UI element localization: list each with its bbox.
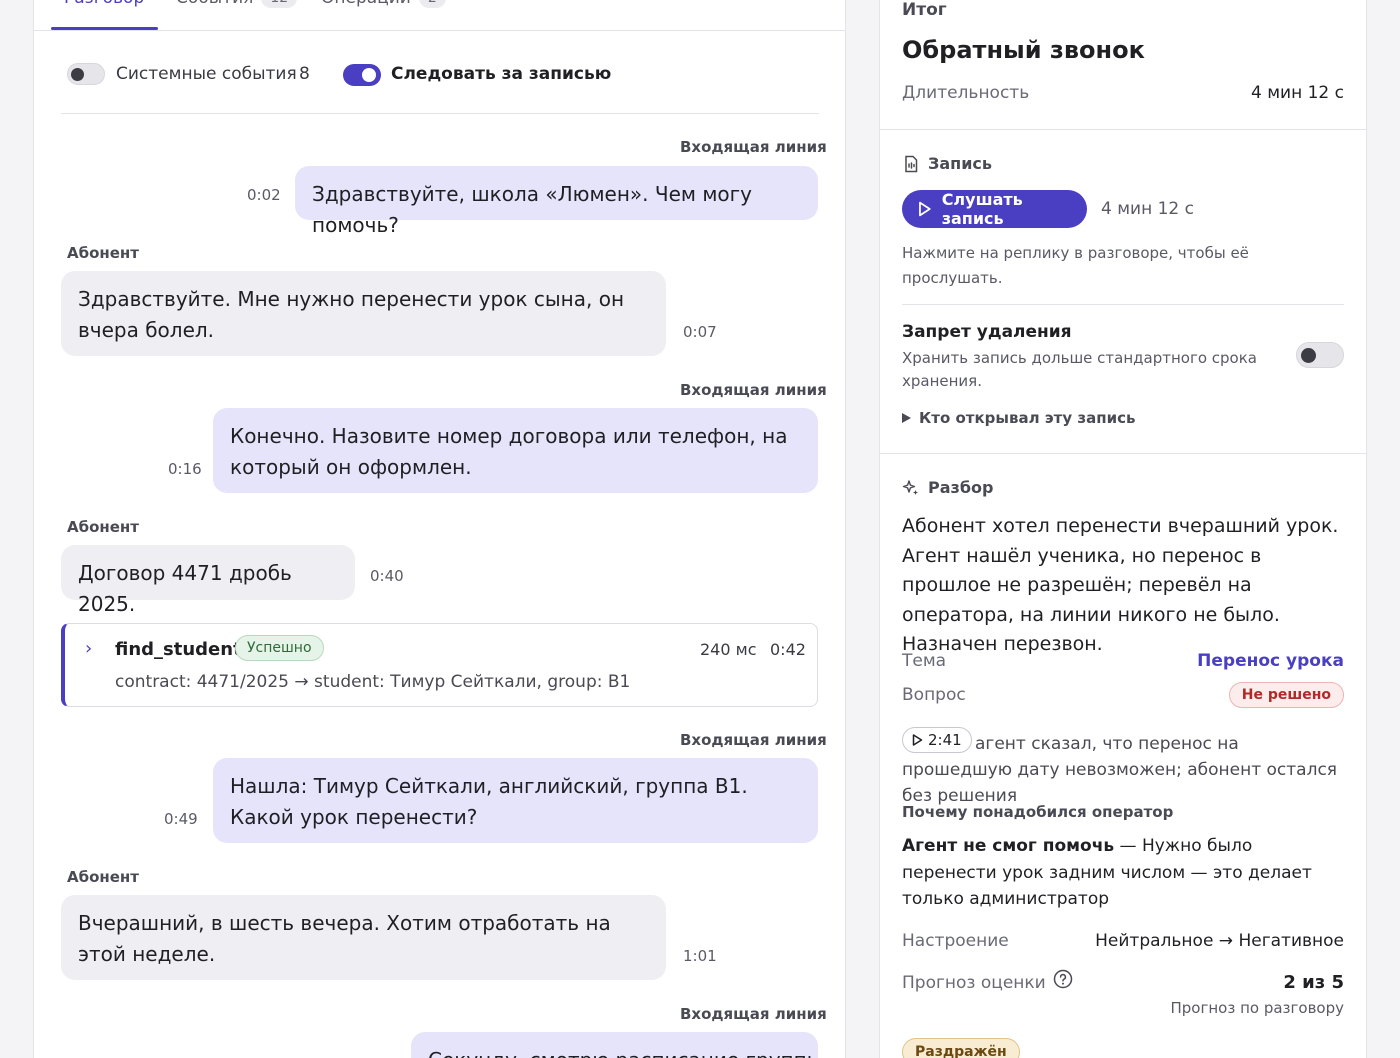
agent-message[interactable]: Нашла: Тимур Сейткали, английский, групп… [213,758,818,843]
tool-timestamp: 0:42 [770,640,806,659]
play-icon [919,201,931,217]
message-timestamp[interactable]: 0:16 [168,460,202,478]
tab-conversation-label: Разговор [64,0,144,8]
agent-message[interactable]: Здравствуйте, школа «Люмен». Чем могу по… [295,166,818,237]
summary-section-label: Итог [902,0,947,20]
topic-label: Тема [902,651,947,671]
chevron-right-icon[interactable]: › [85,638,92,659]
caller-message[interactable]: Здравствуйте. Мне нужно перенести урок с… [61,271,666,356]
speaker-label: Абонент [67,868,139,886]
tab-events[interactable]: События 12 [176,0,298,8]
topic-link[interactable]: Перенос урока [1197,651,1344,671]
agent-message[interactable]: Конечно. Назовите номер договора или тел… [213,408,818,493]
tool-name: find_student [115,639,242,660]
message-timestamp[interactable]: 0:49 [164,810,198,828]
recording-title: Запись [928,154,993,173]
message-timestamp[interactable]: 0:07 [683,323,717,341]
divider [902,304,1344,305]
active-tab-indicator [51,27,158,30]
recording-hint: Нажмите на реплику в разговоре, чтобы её… [902,244,1249,287]
tab-operations-count: 2 [418,0,446,8]
question-status-badge: Не решено [1228,682,1344,708]
recording-length: 4 мин 12 с [1101,199,1194,219]
listen-recording-label: Слушать запись [941,190,1023,228]
tab-operations-label: Операции [321,0,411,8]
message-timestamp[interactable]: 0:40 [370,567,404,585]
triangle-right-icon [902,413,911,423]
help-icon[interactable] [1053,969,1073,989]
speaker-label: Входящая линия [680,381,827,399]
tab-bar: Разговор События 12 Операции 2 [34,0,845,31]
score-label: Прогноз оценки [902,973,1046,993]
why-operator-label: Почему понадобился оператор [902,803,1174,821]
speaker-label: Входящая линия [680,138,827,156]
speaker-label: Входящая линия [680,731,827,749]
sparkle-icon [902,479,918,495]
status-badge: Успешно [235,635,324,661]
audio-file-icon [905,155,918,172]
deletion-lock-description: Хранить запись дольше стандартного срока… [902,349,1257,390]
score-value: 2 из 5 [1283,972,1344,993]
tab-events-count: 12 [261,0,298,8]
speaker-label: Входящая линия [680,1005,827,1023]
follow-recording-label: Следовать за записью [391,64,612,84]
message-timestamp[interactable]: 0:02 [247,186,281,204]
mood-label: Настроение [902,931,1009,951]
score-note: Прогноз по разговору [1170,999,1344,1017]
duration-label: Длительность [902,83,1030,103]
access-log-label: Кто открывал эту запись [919,409,1136,427]
tool-call-card[interactable]: › find_student Успешно 240 мс 0:42 contr… [61,623,818,707]
mood-value: Нейтральное → Негативное [1095,931,1344,951]
why-operator-reason: Агент не смог помочь [902,836,1115,856]
tab-events-label: События [176,0,253,8]
tool-result: contract: 4471/2025 → student: Тимур Сей… [115,672,631,692]
emotion-badge: Раздражён [902,1038,1020,1058]
analysis-title: Разбор [928,478,994,497]
message-timestamp[interactable]: 1:01 [683,947,717,965]
caller-message[interactable]: Вчерашний, в шесть вечера. Хотим отработ… [61,895,666,980]
page-title: Обратный звонок [902,36,1145,64]
transcript-controls: Системные события 8 Следовать за записью [61,60,819,114]
divider [880,453,1366,454]
quote-text: агент сказал, что перенос на прошедшую д… [902,734,1338,806]
system-events-label: Системные события [116,64,297,84]
speaker-label: Абонент [67,244,139,262]
listen-recording-button[interactable]: Слушать запись [902,190,1087,228]
recording-section-title: Запись [902,154,992,173]
access-log-disclosure[interactable]: Кто открывал эту запись [902,409,1135,427]
duration-value: 4 мин 12 с [1251,83,1344,103]
call-summary-panel: Итог Обратный звонок Длительность 4 мин … [879,0,1367,1058]
deletion-lock-toggle[interactable] [1296,342,1344,368]
why-operator-text: Агент не смог помочь — Нужно было перене… [902,833,1342,913]
tab-conversation[interactable]: Разговор [64,0,144,8]
caller-message[interactable]: Договор 4471 дробь 2025. [61,545,355,616]
divider [880,129,1366,130]
conversation-panel: Разговор События 12 Операции 2 Системные… [33,0,846,1058]
analysis-summary: Абонент хотел перенести вчерашний урок. … [902,515,1339,655]
agent-message[interactable]: Секунду, смотрю расписание группы [411,1032,818,1058]
system-events-count: 8 [299,64,310,84]
tab-operations[interactable]: Операции 2 [321,0,446,8]
tool-duration: 240 мс [700,640,757,659]
deletion-lock-title: Запрет удаления [902,322,1072,342]
speaker-label: Абонент [67,518,139,536]
system-events-toggle[interactable] [67,63,105,85]
question-label: Вопрос [902,685,966,705]
follow-recording-toggle[interactable] [343,64,381,86]
analysis-section-title: Разбор [902,478,993,497]
